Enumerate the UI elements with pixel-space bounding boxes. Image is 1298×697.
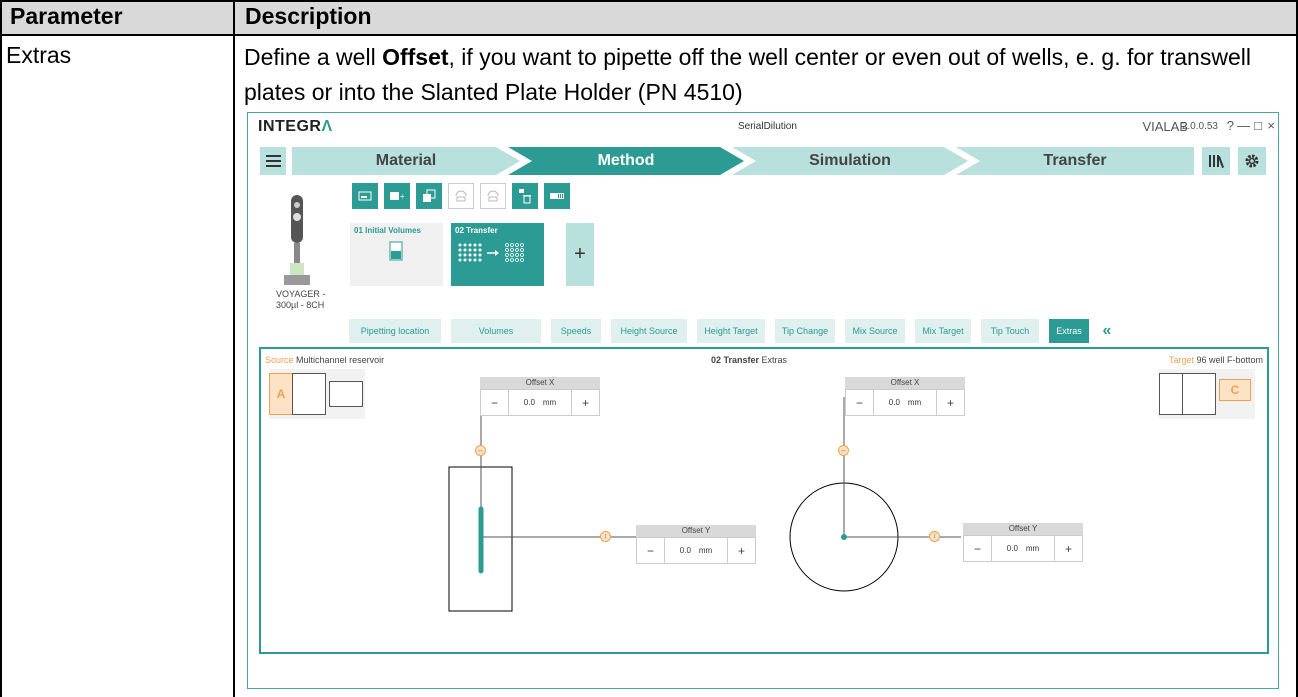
tab-volumes[interactable]: Volumes [451, 319, 541, 343]
undo-icon[interactable] [448, 183, 474, 209]
add-step-icon[interactable] [352, 183, 378, 209]
offset-diagram [448, 397, 961, 612]
step-material[interactable]: Material [292, 147, 520, 175]
insert-step-icon[interactable]: + [384, 183, 410, 209]
gear-icon[interactable] [1238, 147, 1266, 175]
step-card-initial-volumes[interactable]: 01 Initial Volumes [350, 223, 443, 286]
workflow-navbar: Material Method Simulation Transfer [260, 147, 1270, 175]
pipette-settings-icon[interactable] [544, 183, 570, 209]
library-icon[interactable] [1202, 147, 1230, 175]
source-x-handle-icon[interactable]: ↔ [475, 445, 486, 456]
redo-icon[interactable] [480, 183, 506, 209]
pipette-label: VOYAGER -300µl - 8CH [276, 289, 326, 310]
header-description: Description [245, 3, 372, 29]
plate-transfer-icon [458, 243, 524, 262]
target-offset-x-minus-button[interactable]: − [846, 390, 874, 415]
vialab-window: INTEGRΛ SerialDilution VIALAB 2.0.0.53 ?… [247, 112, 1279, 689]
target-offset-x-plus-button[interactable]: + [936, 390, 964, 415]
help-button[interactable]: ? [1227, 118, 1234, 133]
tab-mix-target[interactable]: Mix Target [915, 319, 971, 343]
source-offset-y: Offset Y − 0.0 mm + [636, 525, 756, 564]
tab-mix-source[interactable]: Mix Source [845, 319, 905, 343]
hamburger-menu-icon[interactable] [260, 147, 286, 175]
window-title: SerialDilution [738, 121, 797, 132]
target-x-handle-icon[interactable]: ↔ [838, 445, 849, 456]
target-offset-y-plus-button[interactable]: + [1054, 536, 1082, 561]
source-offset-y-minus-button[interactable]: − [637, 538, 665, 563]
target-offset-y: Offset Y − 0.0 mm + [963, 523, 1083, 562]
version-label: 2.0.0.53 [1181, 121, 1218, 132]
tab-height-source[interactable]: Height Source [611, 319, 687, 343]
source-offset-x: Offset X − 0.0 mm + [480, 377, 600, 416]
parameter-name: Extras [6, 42, 72, 68]
tube-icon [389, 241, 403, 261]
header-parameter: Parameter [10, 3, 123, 29]
source-offset-x-minus-button[interactable]: − [481, 390, 509, 415]
target-offset-x-value[interactable]: 0.0 mm [874, 390, 936, 415]
minimize-button[interactable]: — [1237, 118, 1250, 133]
tab-extras[interactable]: Extras [1049, 319, 1089, 343]
parameter-description: Define a well Offset, if you want to pip… [244, 44, 1251, 105]
tab-height-target[interactable]: Height Target [697, 319, 765, 343]
source-offset-x-plus-button[interactable]: + [571, 390, 599, 415]
target-offset-y-minus-button[interactable]: − [964, 536, 992, 561]
collapse-tabs-icon[interactable]: « [1093, 319, 1121, 343]
copy-step-icon[interactable] [416, 183, 442, 209]
tab-tip-change[interactable]: Tip Change [775, 319, 835, 343]
maximize-button[interactable]: □ [1254, 118, 1262, 133]
delete-step-icon[interactable] [512, 183, 538, 209]
table-header-row [0, 0, 1298, 36]
step-method[interactable]: Method [508, 147, 744, 175]
step-simulation[interactable]: Simulation [732, 147, 968, 175]
integra-logo: INTEGRΛ [258, 118, 333, 135]
svg-text:+: + [400, 192, 405, 201]
add-step-button[interactable]: + [566, 223, 594, 286]
extras-panel: Source Multichannel reservoir 02 Transfe… [259, 347, 1269, 654]
source-offset-y-plus-button[interactable]: + [727, 538, 755, 563]
source-offset-x-value[interactable]: 0.0 mm [509, 390, 571, 415]
tab-pipetting-location[interactable]: Pipetting location [349, 319, 441, 343]
step-card-transfer[interactable]: 02 Transfer [451, 223, 544, 286]
title-bar: INTEGRΛ SerialDilution VIALAB 2.0.0.53 ?… [248, 113, 1278, 137]
pipette-icon [278, 193, 314, 293]
target-offset-x: Offset X − 0.0 mm + [845, 377, 965, 416]
target-offset-y-value[interactable]: 0.0 mm [992, 536, 1054, 561]
tab-tip-touch[interactable]: Tip Touch [981, 319, 1039, 343]
close-button[interactable]: × [1267, 118, 1275, 133]
source-offset-y-value[interactable]: 0.0 mm [665, 538, 727, 563]
step-transfer[interactable]: Transfer [956, 147, 1194, 175]
table-border-left [0, 0, 2, 697]
table-column-divider [233, 0, 235, 697]
target-y-handle-icon[interactable]: ↕ [929, 531, 940, 542]
tab-speeds[interactable]: Speeds [551, 319, 601, 343]
source-y-handle-icon[interactable]: ↕ [600, 531, 611, 542]
